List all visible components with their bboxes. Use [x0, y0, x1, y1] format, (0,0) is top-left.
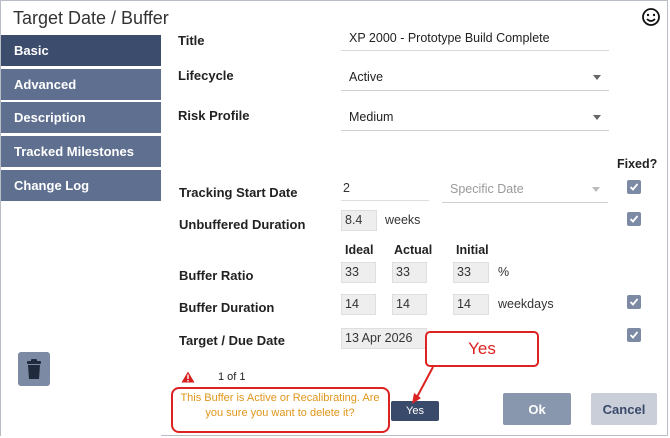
- unbuffered-duration-label: Unbuffered Duration: [179, 217, 306, 232]
- lifecycle-select[interactable]: Active: [341, 63, 609, 91]
- checkmark-icon: [629, 298, 639, 306]
- ok-button[interactable]: Ok: [503, 393, 571, 425]
- fixed-column-header: Fixed?: [617, 157, 658, 171]
- sidebar-item-tracked-milestones[interactable]: Tracked Milestones: [1, 136, 161, 167]
- buffer-duration-initial[interactable]: 14: [453, 294, 489, 315]
- buffer-ratio-ideal[interactable]: 33: [341, 262, 376, 283]
- buffer-duration-ideal[interactable]: 14: [341, 294, 376, 315]
- checkmark-icon: [629, 331, 639, 339]
- col-actual: Actual: [394, 243, 433, 257]
- buffer-ratio-label: Buffer Ratio: [179, 268, 254, 283]
- lifecycle-value: Active: [349, 70, 384, 84]
- buffer-duration-unit: weekdays: [498, 297, 554, 311]
- fixed-checkbox-tracking[interactable]: [627, 180, 641, 194]
- sidebar-item-advanced[interactable]: Advanced: [1, 69, 161, 100]
- tracking-start-date-label: Tracking Start Date: [179, 185, 298, 200]
- sidebar-item-change-log[interactable]: Change Log: [1, 170, 161, 201]
- sidebar-item-description[interactable]: Description: [1, 102, 161, 133]
- sidebar-nav: Basic Advanced Description Tracked Miles…: [1, 35, 161, 437]
- risk-profile-label: Risk Profile: [178, 108, 250, 123]
- target-due-date-input[interactable]: 13 Apr 2026: [341, 328, 427, 349]
- fixed-checkbox-buffer-duration[interactable]: [627, 295, 641, 309]
- buffer-ratio-initial[interactable]: 33: [453, 262, 489, 283]
- fixed-checkbox-unbuffered[interactable]: [627, 212, 641, 226]
- specific-date-select[interactable]: Specific Date: [442, 175, 608, 203]
- target-date-buffer-dialog: Target Date / Buffer Basic Advanced Desc…: [0, 0, 668, 437]
- unbuffered-duration-input[interactable]: 8.4: [341, 210, 377, 231]
- sidebar-item-basic[interactable]: Basic: [1, 35, 161, 66]
- lifecycle-label: Lifecycle: [178, 68, 234, 83]
- cancel-button[interactable]: Cancel: [591, 393, 657, 425]
- col-ideal: Ideal: [345, 243, 374, 257]
- checkmark-icon: [629, 183, 639, 191]
- smiley-face-icon[interactable]: [641, 7, 661, 27]
- buffer-duration-actual[interactable]: 14: [392, 294, 427, 315]
- col-initial: Initial: [456, 243, 489, 257]
- annotation-callout: Yes: [425, 331, 539, 367]
- warning-icon: [181, 371, 195, 383]
- delete-button[interactable]: [18, 352, 50, 386]
- chevron-down-icon: [593, 75, 601, 80]
- buffer-ratio-unit: %: [498, 265, 510, 279]
- trash-icon: [27, 359, 41, 379]
- title-input[interactable]: XP 2000 - Prototype Build Complete: [341, 27, 609, 51]
- fixed-checkbox-target-date[interactable]: [627, 328, 641, 342]
- buffer-ratio-actual[interactable]: 33: [392, 262, 427, 283]
- pager-text: 1 of 1: [218, 371, 246, 383]
- chevron-down-icon: [592, 187, 600, 192]
- confirm-yes-button[interactable]: Yes: [391, 401, 439, 421]
- chevron-down-icon: [593, 115, 601, 120]
- unbuffered-unit: weeks: [385, 213, 421, 227]
- annotation-highlight-box: [171, 387, 390, 433]
- title-label: Title: [178, 33, 205, 48]
- dialog-title: Target Date / Buffer: [13, 8, 169, 28]
- specific-date-placeholder: Specific Date: [450, 182, 524, 196]
- target-due-date-label: Target / Due Date: [179, 333, 285, 348]
- risk-profile-select[interactable]: Medium: [341, 103, 609, 131]
- risk-profile-value: Medium: [349, 110, 394, 124]
- buffer-duration-label: Buffer Duration: [179, 300, 275, 315]
- tracking-start-input[interactable]: 2: [341, 181, 429, 201]
- checkmark-icon: [629, 215, 639, 223]
